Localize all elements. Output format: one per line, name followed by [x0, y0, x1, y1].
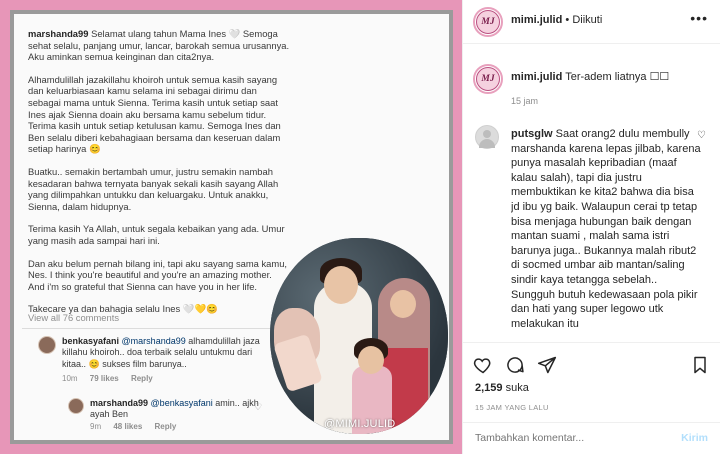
share-send-icon[interactable] — [537, 355, 557, 375]
embedded-screenshot: marshanda99 Selamat ulang tahun Mama Ine… — [14, 14, 449, 440]
post-header: MJ mimi.julid • Diikuti ••• — [463, 0, 720, 44]
embedded-caption-p3: Buatku.. semakin bertambah umur, justru … — [28, 165, 279, 212]
embedded-reply-reply: Reply — [154, 422, 177, 431]
comment-bubble-icon[interactable] — [505, 355, 525, 375]
likes-count[interactable]: 2,159 suka — [475, 382, 529, 394]
caption-avatar[interactable]: MJ — [473, 64, 503, 94]
caption-text: mimi.julid Ter-adem liatnya ☐☐ — [511, 70, 711, 83]
embedded-comment-avatar — [38, 336, 56, 354]
header-user: mimi.julid • Diikuti — [511, 14, 602, 26]
comment-text: putsglw Saat orang2 dulu membully marsha… — [511, 127, 703, 331]
comment-body: Saat orang2 dulu membully marshanda kare… — [511, 128, 701, 330]
action-bar — [463, 342, 720, 382]
embedded-comment-likes: 79 likes — [89, 374, 119, 383]
embedded-caption-username: marshanda99 — [28, 28, 89, 39]
caption-username[interactable]: mimi.julid — [511, 71, 562, 83]
embedded-comment-text: benkasyafani @marshanda99 alhamdulillah … — [62, 336, 262, 370]
heart-icon: ♡ — [254, 402, 263, 412]
comment-avatar[interactable] — [475, 125, 499, 149]
embedded-reply-mention: @benkasyafani — [150, 398, 213, 408]
like-heart-icon[interactable] — [473, 355, 493, 375]
embedded-comment-mention: @marshanda99 — [121, 336, 186, 346]
embedded-comment-meta: 10m 79 likes Reply — [62, 374, 163, 383]
likes-label: suka — [505, 382, 529, 394]
header-separator: • — [565, 14, 570, 26]
embedded-caption-p4: Terima kasih Ya Allah, untuk segala keba… — [28, 223, 285, 246]
add-comment-input[interactable] — [475, 432, 665, 444]
add-comment-bar: Kirim — [463, 422, 720, 454]
embedded-caption-p5: Dan aku belum pernah bilang ini, tapi ak… — [28, 257, 288, 292]
post-media[interactable]: marshanda99 Selamat ulang tahun Mama Ine… — [0, 0, 463, 454]
comment-username[interactable]: putsglw — [511, 128, 553, 140]
photo-child-face — [358, 346, 384, 374]
header-username[interactable]: mimi.julid — [511, 14, 562, 26]
posted-time[interactable]: 15 JAM YANG LALU — [475, 403, 549, 412]
embedded-reply-text: marshanda99 @benkasyafani amin.. ajkh ay… — [90, 398, 260, 421]
watermark: @MIMI.JULID — [324, 418, 396, 430]
header-avatar[interactable]: MJ — [473, 7, 503, 37]
embedded-divider — [22, 328, 292, 329]
caption-time[interactable]: 15 jam — [511, 96, 538, 106]
bookmark-icon[interactable] — [690, 355, 710, 375]
photo-face-left — [324, 266, 358, 304]
comment-like-heart-icon[interactable]: ♡ — [697, 130, 706, 141]
follow-status[interactable]: Diikuti — [572, 14, 602, 26]
avatar-logo: MJ — [476, 10, 500, 34]
embedded-comment-reply: Reply — [130, 374, 153, 383]
embedded-reply-avatar — [68, 398, 84, 414]
embedded-comment-username: benkasyafani — [62, 336, 120, 346]
avatar-logo: MJ — [476, 67, 500, 91]
embedded-reply-time: 9m — [90, 422, 102, 431]
send-comment-button[interactable]: Kirim — [681, 432, 708, 444]
embedded-comment-time: 10m — [62, 374, 78, 383]
embedded-reply-meta: 9m 48 likes Reply — [90, 422, 186, 431]
embedded-reply-likes: 48 likes — [113, 422, 143, 431]
embedded-reply-username: marshanda99 — [90, 398, 149, 408]
caption-body: Ter-adem liatnya ☐☐ — [565, 71, 670, 83]
embedded-caption-p2: Alhamdulillah jazakillahu khoiroh untuk … — [28, 73, 281, 155]
family-photo: @MIMI.JULID — [270, 238, 448, 434]
post-side-panel: MJ mimi.julid • Diikuti ••• MJ mimi.juli… — [463, 0, 720, 454]
likes-number: 2,159 — [475, 382, 503, 394]
embedded-caption: marshanda99 Selamat ulang tahun Mama Ine… — [28, 28, 290, 326]
photo-face-right — [390, 290, 416, 318]
instagram-post-view: marshanda99 Selamat ulang tahun Mama Ine… — [0, 0, 720, 454]
more-options-icon[interactable]: ••• — [690, 10, 708, 26]
media-frame: marshanda99 Selamat ulang tahun Mama Ine… — [10, 10, 453, 444]
embedded-view-all-comments: View all 76 comments — [28, 312, 120, 323]
